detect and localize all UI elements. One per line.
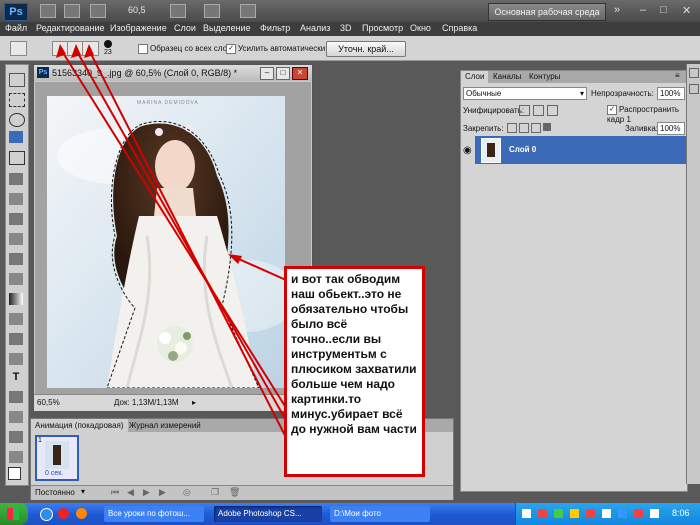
system-tray: 8:06 [515,503,700,525]
tray-icon[interactable] [586,509,595,518]
arrowhead-icon [228,254,242,264]
arrow-line [74,47,301,446]
windows-logo-icon [7,508,19,520]
task-explorer[interactable]: D:\Мои фото [330,506,430,522]
ie-icon[interactable] [40,508,53,521]
task-photoshop[interactable]: Adobe Photoshop CS... [214,506,322,522]
tray-icon[interactable] [522,509,531,518]
firefox-icon[interactable] [76,508,87,519]
arrow-line [87,47,301,466]
tray-icon[interactable] [650,509,659,518]
tray-icon[interactable] [618,509,627,518]
arrow-line [59,47,301,431]
task-browser[interactable]: Все уроки по фотош... [104,506,204,522]
opera-icon[interactable] [58,508,69,519]
tray-icon[interactable] [602,509,611,518]
taskbar: Все уроки по фотош... Adobe Photoshop CS… [0,503,700,525]
tray-icon[interactable] [634,509,643,518]
tray-icon[interactable] [538,509,547,518]
tray-icon[interactable] [570,509,579,518]
start-button[interactable] [0,503,28,525]
annotation-note: и вот так обводим наш обьект..это не обя… [284,266,425,477]
clock[interactable]: 8:06 [672,508,690,518]
tray-icon[interactable] [554,509,563,518]
